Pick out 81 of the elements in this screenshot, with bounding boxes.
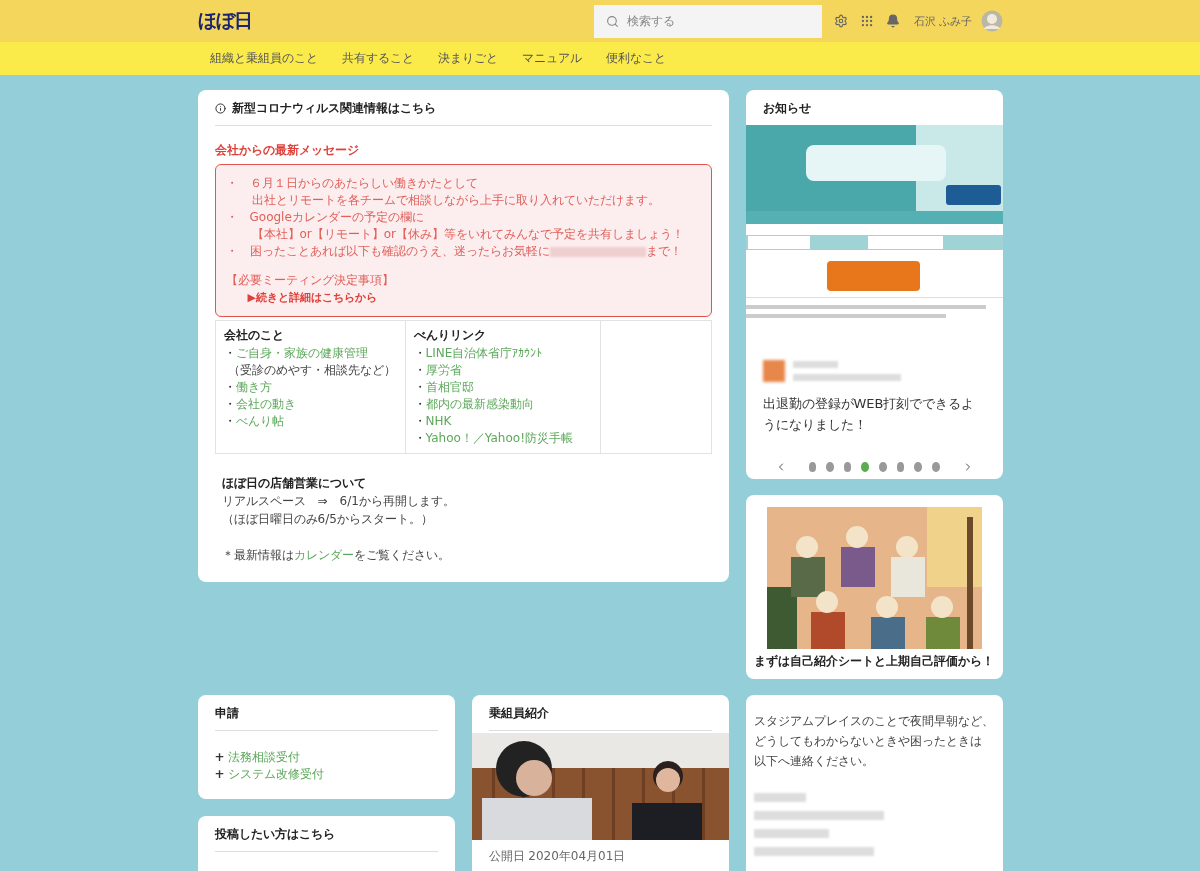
link[interactable]: LINE自治体省庁ｱｶｳﾝﾄ (425, 345, 543, 362)
search-icon (606, 14, 619, 28)
redacted-text (753, 793, 806, 802)
link[interactable]: 首相官邸 (425, 379, 474, 396)
link[interactable]: 法務相談受付 (228, 750, 301, 764)
nav-item[interactable]: 組織と乗組員のこと (209, 50, 318, 67)
user-name[interactable]: 石沢 ふみ子 (914, 13, 973, 29)
bullet: ・ (413, 430, 426, 447)
message-text: まで！ (645, 243, 682, 260)
card-title: お知らせ (762, 100, 811, 117)
note-text: （受診のめやす・相談先など） (226, 362, 397, 379)
card-title: 申請 (214, 705, 239, 722)
link[interactable]: 会社の動き (235, 396, 296, 413)
contact-text: スタジアムプレイスのことで夜間早朝など、 (753, 713, 995, 730)
note-text: をご覧ください。 (353, 548, 450, 562)
carousel-dot[interactable] (931, 462, 940, 472)
logo[interactable]: ほぼ日 (197, 8, 252, 34)
section-heading: 会社からの最新メッセージ (214, 142, 360, 159)
slide-text: 出退勤の登録がWEB打刻でできるようになりました！ (762, 395, 976, 434)
bell-icon[interactable] (886, 14, 900, 28)
carousel-dot[interactable] (914, 462, 922, 472)
bullet: ・ (413, 362, 426, 379)
search-field[interactable]: 検索する (594, 4, 822, 38)
column-title: 会社のこと (223, 327, 285, 344)
store-text: リアルスペース ⇒ 6/1から再開します。 (221, 493, 456, 510)
publish-date: 公開日 2020年04月01日 (488, 848, 627, 865)
settings-icon[interactable] (834, 14, 848, 28)
link[interactable]: システム改修受付 (228, 767, 325, 781)
nav-item[interactable]: 共有すること (341, 50, 414, 67)
carousel-dot[interactable] (861, 462, 869, 472)
details-link[interactable]: ▶続きと詳細はこちらから (247, 289, 701, 306)
nav-item[interactable]: 決まりごと (437, 50, 498, 67)
contact-text: 以下へ連絡ください。 (753, 753, 875, 770)
redacted-text (792, 361, 838, 368)
bullet: ・ (223, 396, 236, 413)
bullet: ・ (223, 379, 236, 396)
separator: ／ (472, 430, 485, 447)
carousel-dot[interactable] (826, 462, 834, 472)
message-line: 出社とリモートを各チームで相談しながら上手に取り入れていただけます。 (250, 192, 661, 209)
link[interactable]: 厚労省 (425, 362, 462, 379)
carousel-dot[interactable] (843, 462, 852, 472)
contact-text: どうしてもわからないときや困ったときは (753, 733, 983, 750)
card-title: 新型コロナウィルス関連情報はこちら (231, 100, 436, 117)
card-title: 乗組員紹介 (488, 705, 549, 722)
message-line: ・ 困ったことあれば以下も確認のうえ、迷ったらお気軽に (225, 243, 550, 260)
calendar-link[interactable]: カレンダー (293, 548, 354, 562)
grid-icon[interactable] (860, 14, 874, 28)
carousel-dot[interactable] (808, 462, 817, 472)
card-title: 投稿したい方はこちら (214, 826, 335, 843)
store-text: （ほぼ日曜日のみ6/5からスタート。） (221, 511, 434, 528)
bullet: ・ (413, 396, 426, 413)
link[interactable]: べんり帖 (235, 413, 284, 430)
bullet: ・ (223, 413, 236, 430)
banner-caption: まずは自己紹介シートと上期自己評価から！ (753, 653, 995, 670)
nav-item[interactable]: 便利なこと (605, 50, 666, 67)
message-line: 【本社】or【リモート】or【休み】等をいれてみんなで予定を共有しましょう！ (250, 226, 686, 243)
nav-item[interactable]: マニュアル (521, 50, 582, 67)
plus-mark: + (214, 767, 225, 781)
message-line: ・ Googleカレンダーの予定の欄に (225, 209, 425, 226)
link[interactable]: Yahoo！ (425, 430, 473, 447)
column-title: べんりリンク (413, 327, 487, 344)
link[interactable]: Yahoo!防災手帳 (484, 430, 573, 447)
carousel-dot[interactable] (896, 462, 905, 472)
meeting-heading: 【必要ミーティング決定事項】 (225, 272, 395, 289)
bullet: ・ (413, 379, 426, 396)
note-text: ＊最新情報は (221, 548, 294, 562)
info-icon (214, 103, 226, 114)
carousel-dot[interactable] (879, 462, 887, 472)
link[interactable]: 都内の最新感染動向 (425, 396, 534, 413)
bullet: ・ (413, 413, 426, 430)
link[interactable]: 働き方 (235, 379, 272, 396)
link[interactable]: ご自身・家族の健康管理 (235, 345, 368, 362)
store-title: ほぼ日の店舗営業について (221, 475, 367, 492)
search-placeholder: 検索する (627, 12, 675, 30)
link[interactable]: NHK (425, 413, 452, 430)
avatar-icon[interactable] (980, 10, 1003, 32)
bullet: ・ (413, 345, 426, 362)
message-line: ・ ６月１日からのあたらしい働きかたとして (225, 175, 479, 192)
plus-mark: + (214, 750, 225, 764)
redacted-avatar (762, 360, 785, 382)
bullet: ・ (223, 345, 236, 362)
